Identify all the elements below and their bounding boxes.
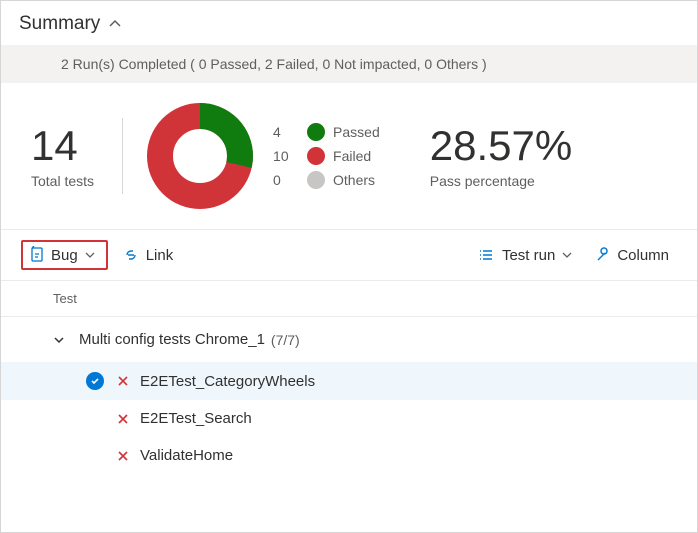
link-icon (122, 248, 140, 262)
fail-icon (116, 412, 130, 426)
test-row[interactable]: E2ETest_CategoryWheels (1, 362, 697, 400)
swatch-gray-icon (307, 171, 325, 189)
fail-icon (116, 374, 130, 388)
total-tests-label: Total tests (31, 173, 94, 189)
total-tests-block: 14 Total tests (31, 123, 122, 189)
total-tests-count: 14 (31, 123, 94, 169)
list-icon (478, 248, 496, 262)
test-name: E2ETest_Search (140, 410, 252, 427)
legend-others-label: Others (333, 172, 375, 188)
bug-label: Bug (51, 247, 78, 264)
test-name: ValidateHome (140, 447, 233, 464)
test-row[interactable]: ValidateHome (1, 437, 697, 474)
column-header-test[interactable]: Test (1, 281, 697, 317)
chevron-down-icon (84, 249, 96, 261)
legend-passed-count: 4 (273, 124, 299, 140)
legend-failed: 10 Failed (273, 147, 380, 165)
test-name: E2ETest_CategoryWheels (140, 373, 315, 390)
chevron-up-icon (108, 17, 122, 31)
summary-header[interactable]: Summary (1, 1, 697, 45)
legend-others: 0 Others (273, 171, 380, 189)
legend-failed-count: 10 (273, 148, 299, 164)
legend-failed-label: Failed (333, 148, 371, 164)
test-run-button[interactable]: Test run (470, 243, 581, 268)
swatch-green-icon (307, 123, 325, 141)
link-label: Link (146, 247, 174, 264)
fail-icon (116, 449, 130, 463)
test-run-label: Test run (502, 247, 555, 264)
bug-button[interactable]: Bug (21, 240, 108, 270)
toolbar: Bug Link Test run Column (1, 229, 697, 281)
pass-percentage-block: 28.57% Pass percentage (430, 123, 572, 189)
chevron-down-icon (53, 334, 65, 346)
group-count: (7/7) (271, 332, 300, 348)
results-donut-chart (145, 101, 255, 211)
legend-others-count: 0 (273, 172, 299, 188)
summary-title: Summary (19, 13, 100, 35)
stats-panel: 14 Total tests 4 Passed 10 Failed 0 Othe… (1, 83, 697, 229)
legend-passed: 4 Passed (273, 123, 380, 141)
chart-legend: 4 Passed 10 Failed 0 Others (273, 117, 380, 195)
legend-passed-label: Passed (333, 124, 380, 140)
pass-percentage-label: Pass percentage (430, 173, 572, 189)
run-status-text: 2 Run(s) Completed ( 0 Passed, 2 Failed,… (1, 45, 697, 83)
divider (122, 118, 123, 194)
link-button[interactable]: Link (114, 243, 182, 268)
selected-check-icon (86, 372, 104, 390)
bug-icon (29, 246, 45, 264)
test-row[interactable]: E2ETest_Search (1, 400, 697, 437)
group-name: Multi config tests Chrome_1 (79, 331, 265, 348)
pass-percentage-value: 28.57% (430, 123, 572, 169)
wrench-icon (595, 247, 611, 263)
column-label: Column (617, 247, 669, 264)
swatch-red-icon (307, 147, 325, 165)
column-button[interactable]: Column (587, 243, 677, 268)
test-group-row[interactable]: Multi config tests Chrome_1 (7/7) (1, 317, 697, 362)
chevron-down-icon (561, 249, 573, 261)
